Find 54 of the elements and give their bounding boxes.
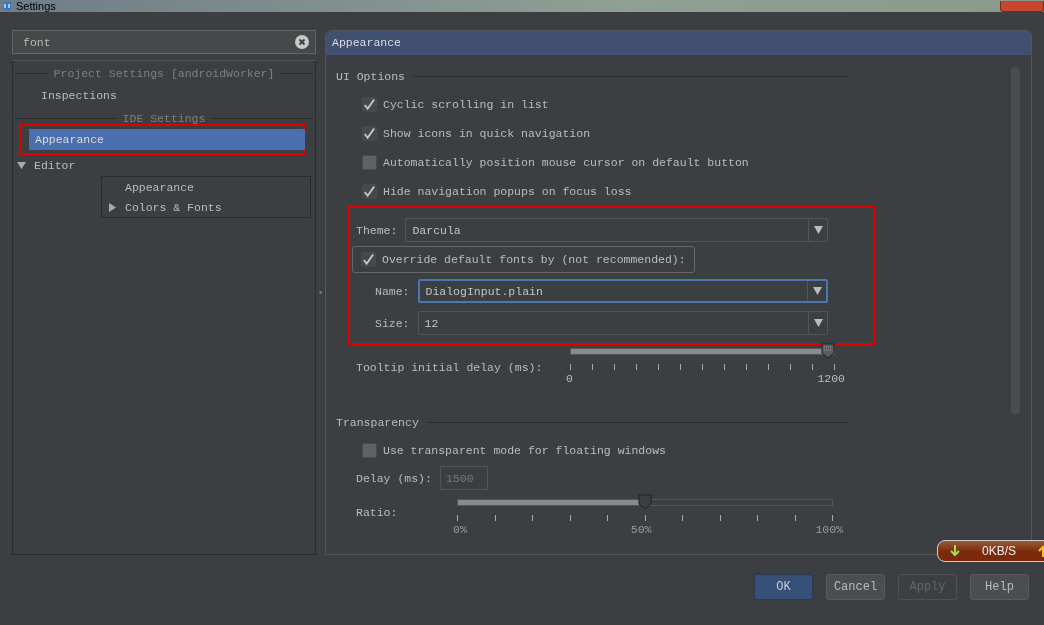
dialog-button[interactable]: Help: [970, 574, 1029, 600]
section-header: Project Settings [androidWorker]: [52, 66, 276, 80]
field-label: Theme:: [356, 223, 398, 237]
tree-item[interactable]: Colors & Fonts: [125, 200, 222, 214]
dialog-button[interactable]: Cancel: [826, 574, 885, 600]
dropdown-arrow-icon[interactable]: [813, 319, 823, 327]
tree-item[interactable]: Appearance: [29, 129, 305, 150]
checkbox-label: Cyclic scrolling in list: [383, 98, 549, 111]
font-size-dropdown[interactable]: 12: [417, 311, 828, 335]
checkbox[interactable]: [362, 443, 377, 458]
slider[interactable]: [457, 494, 833, 510]
dialog-button[interactable]: OK: [754, 574, 813, 600]
dropdown-arrow-icon[interactable]: [812, 287, 822, 295]
tree-item[interactable]: Inspections: [21, 85, 303, 106]
field-label: Size:: [375, 316, 410, 330]
tick-label: 0: [566, 372, 573, 385]
panel-header: Appearance: [326, 31, 1031, 55]
app-icon: [2, 1, 12, 11]
close-button[interactable]: [1000, 0, 1044, 12]
window-title: Settings: [16, 0, 56, 12]
expand-arrow-icon[interactable]: [17, 160, 26, 170]
field-label: Delay (ms):: [356, 471, 432, 485]
checkbox[interactable]: [362, 126, 377, 141]
section-title: Transparency: [336, 415, 419, 429]
slider[interactable]: [570, 343, 835, 359]
checkbox-label: Override default fonts by (not recommended):: [382, 253, 686, 266]
checkbox[interactable]: [362, 155, 377, 170]
slider-thumb[interactable]: [638, 494, 652, 510]
checkbox-label: Hide navigation popups on focus loss: [383, 185, 632, 198]
checkbox[interactable]: [361, 252, 376, 267]
tick-label: 100%: [815, 523, 843, 536]
section-title: UI Options: [336, 69, 405, 83]
search-field[interactable]: font: [12, 30, 316, 54]
checkbox-label: Automatically position mouse cursor on default button: [383, 156, 749, 169]
theme-dropdown[interactable]: Darcula: [405, 218, 828, 242]
slider-label: Tooltip initial delay (ms):: [356, 361, 544, 376]
tick-label: 0%: [453, 523, 467, 536]
tree-item[interactable]: Editor: [34, 158, 76, 172]
checkbox-label: Use transparent mode for floating windows: [383, 444, 666, 457]
tick-label: 1200: [817, 372, 845, 385]
dropdown-arrow-icon[interactable]: [813, 226, 823, 234]
clear-icon[interactable]: [295, 35, 309, 49]
expand-arrow-icon[interactable]: [108, 202, 117, 212]
tick-label: 50%: [630, 523, 652, 536]
checkbox-label: Show icons in quick navigation: [383, 127, 591, 140]
section-header: IDE Settings: [121, 111, 207, 125]
slider-thumb[interactable]: [821, 343, 835, 359]
checkbox[interactable]: [362, 184, 377, 199]
field-label: Name:: [375, 284, 410, 298]
tree-item[interactable]: Appearance: [125, 180, 194, 194]
checkbox[interactable]: [362, 97, 377, 112]
network-speed: 0KB/S: [982, 544, 1017, 558]
font-name-dropdown[interactable]: DialogInput.plain: [417, 279, 828, 303]
download-arrow-icon: [950, 545, 960, 557]
